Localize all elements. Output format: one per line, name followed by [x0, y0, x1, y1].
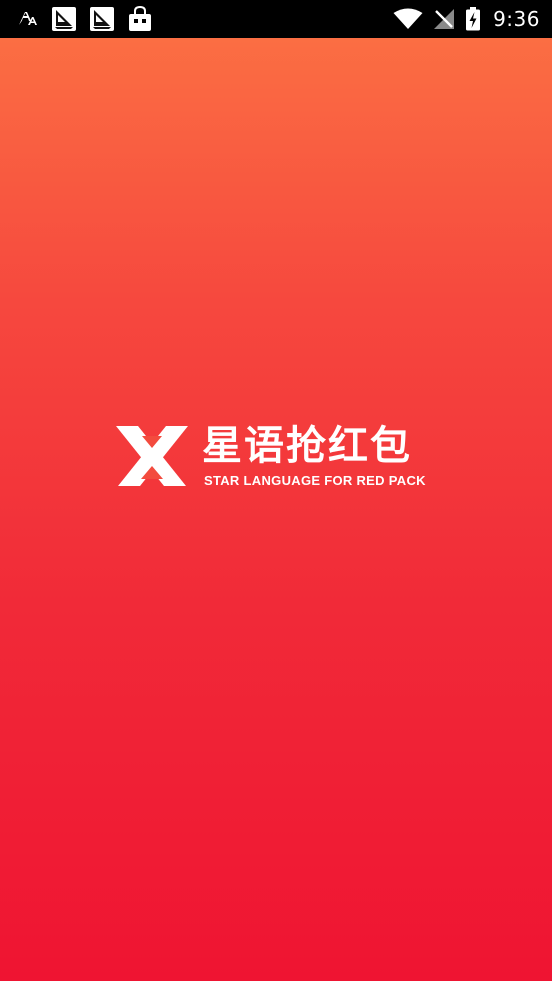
- app-screen: 9:36 星语抢红包 STAR LANGUAGE FOR RED PACK: [0, 0, 552, 981]
- status-bar: 9:36: [0, 0, 552, 38]
- font-icon: [19, 12, 37, 25]
- brand-tagline: STAR LANGUAGE FOR RED PACK: [204, 473, 426, 488]
- wifi-icon: [393, 8, 423, 29]
- no-signal-icon: [434, 9, 455, 29]
- battery-charging-icon: [466, 7, 481, 31]
- app-logo: 星语抢红包 STAR LANGUAGE FOR RED PACK: [116, 423, 428, 490]
- sailboat-notification-icon: [52, 7, 76, 31]
- notification-icons: [18, 6, 152, 32]
- brand-name: 星语抢红包: [202, 423, 412, 469]
- x-logo-icon: [116, 426, 188, 486]
- status-time: 9:36: [493, 7, 540, 31]
- shopping-bag-icon: [129, 6, 151, 31]
- splash-background: 星语抢红包 STAR LANGUAGE FOR RED PACK: [0, 38, 552, 981]
- system-icons: 9:36: [393, 6, 540, 32]
- sailboat-notification-icon: [90, 7, 114, 31]
